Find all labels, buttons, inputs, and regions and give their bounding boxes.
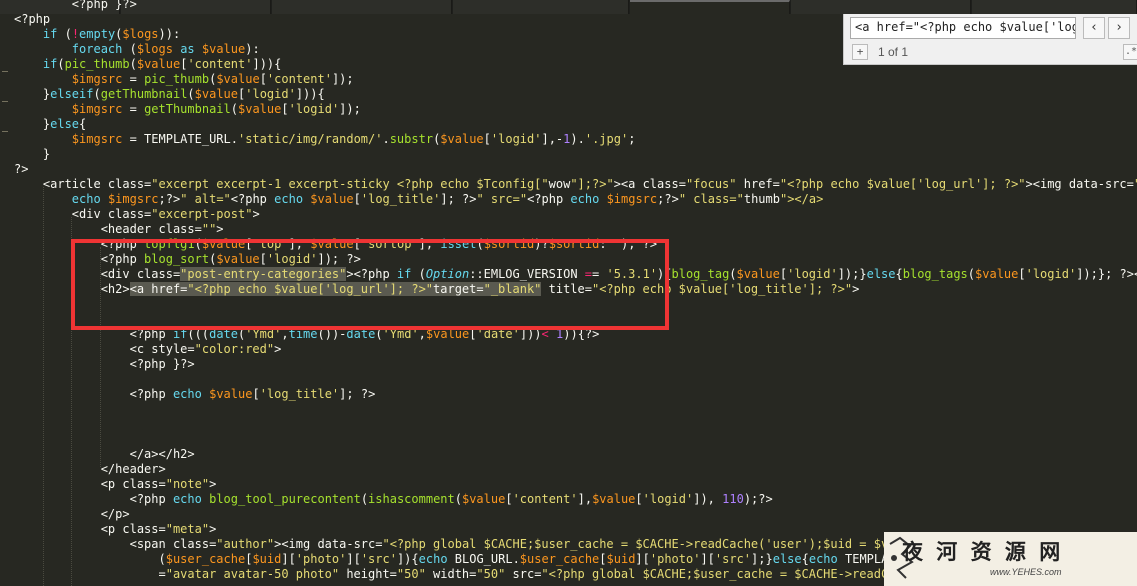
watermark-title: 夜 河 资 源 网 <box>902 539 1064 564</box>
code-line[interactable]: <?php <box>14 12 50 27</box>
chevron-left-icon[interactable]: ‹ <box>1083 17 1105 39</box>
code-line[interactable]: </a></h2> <box>14 447 195 462</box>
code-line[interactable]: echo $imgsrc;?>" alt="<?php echo $value[… <box>14 192 824 207</box>
find-panel: <a href="<?php echo $value['log ‹ › + 1 … <box>843 14 1137 65</box>
code-line[interactable]: $imgsrc = pic_thumb($value['content']); <box>14 72 354 87</box>
code-line[interactable]: <?php }?> <box>14 0 137 12</box>
find-input[interactable]: <a href="<?php echo $value['log <box>850 17 1076 39</box>
code-line[interactable]: foreach ($logs as $value): <box>14 42 260 57</box>
watermark-logo: 夜 河 资 源 网 www.YEHES.com <box>884 532 1137 586</box>
code-line[interactable]: $imgsrc = getThumbnail($value['logid']); <box>14 102 361 117</box>
code-line[interactable]: <p class="note"> <box>14 477 217 492</box>
code-line[interactable]: </header> <box>14 462 166 477</box>
code-line[interactable]: <article class="excerpt excerpt-1 excerp… <box>14 177 1137 192</box>
code-line[interactable]: if(pic_thumb($value['content'])){ <box>14 57 281 72</box>
code-line[interactable]: <header class=""> <box>14 222 224 237</box>
code-line[interactable]: if (!empty($logs)): <box>14 27 180 42</box>
regex-toggle-button[interactable]: .* <box>1123 44 1137 60</box>
chevron-right-icon[interactable]: › <box>1108 17 1130 39</box>
watermark-url: www.YEHES.com <box>990 567 1062 577</box>
code-line[interactable]: $imgsrc = TEMPLATE_URL.'static/img/rando… <box>14 132 636 147</box>
code-line[interactable]: <span class="author"><img data-src="<?ph… <box>14 537 1019 552</box>
code-line[interactable]: <?php }?> <box>14 357 195 372</box>
code-line[interactable]: <div class="excerpt-post"> <box>14 207 260 222</box>
code-line[interactable]: <?php echo $value['log_title']; ?> <box>14 387 376 402</box>
code-line[interactable]: } <box>14 147 50 162</box>
add-button[interactable]: + <box>852 44 868 60</box>
match-count: 1 of 1 <box>878 45 909 59</box>
code-line[interactable]: }else{ <box>14 117 86 132</box>
code-line[interactable]: ?> <box>14 162 28 177</box>
code-line[interactable]: <c style="color:red"> <box>14 342 282 357</box>
code-line[interactable]: <?php echo blog_tool_purecontent(ishasco… <box>14 492 773 507</box>
code-line[interactable]: }elseif(getThumbnail($value['logid'])){ <box>14 87 325 102</box>
code-line[interactable]: </p> <box>14 507 130 522</box>
code-line[interactable]: <p class="meta"> <box>14 522 217 537</box>
highlight-box <box>71 239 669 330</box>
